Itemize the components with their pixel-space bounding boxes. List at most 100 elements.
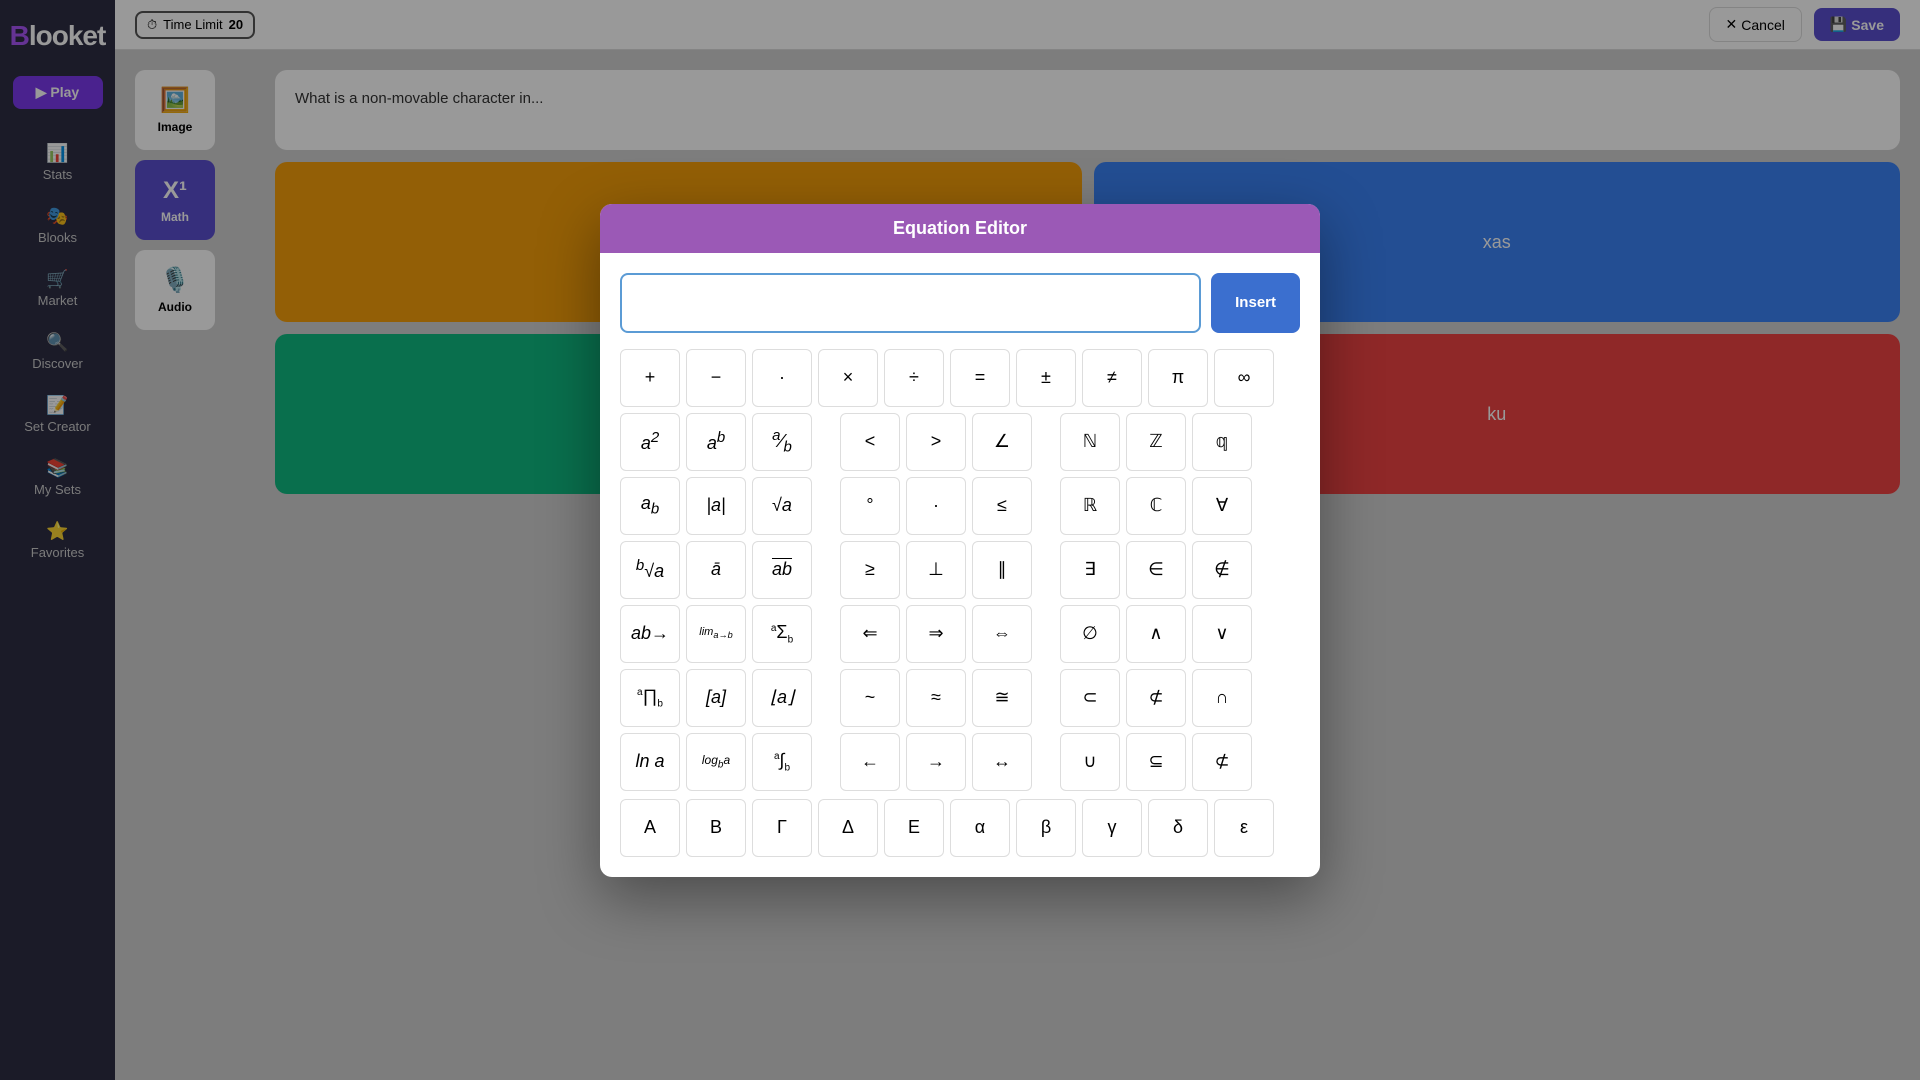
sym-plusminus[interactable]: ± (1016, 349, 1076, 407)
sym-ceil[interactable]: [a] (686, 669, 746, 727)
sym-subscript[interactable]: ab (620, 477, 680, 535)
sym-empty[interactable]: ∅ (1060, 605, 1120, 663)
sym-alpha-lower[interactable]: α (950, 799, 1010, 857)
sym-forall[interactable]: ∀ (1192, 477, 1252, 535)
sym-gt[interactable]: > (906, 413, 966, 471)
sym-exists[interactable]: ∃ (1060, 541, 1120, 599)
sym-lim[interactable]: lima→b (686, 605, 746, 663)
sym-geq[interactable]: ≥ (840, 541, 900, 599)
sym-gamma-lower[interactable]: γ (1082, 799, 1142, 857)
sym-subsetoreq[interactable]: ⊆ (1126, 733, 1186, 791)
sym-beta-upper[interactable]: Β (686, 799, 746, 857)
row2-container: a2 ab a⁄b ab |a| √a b√a ā ab (620, 413, 1300, 791)
sym-perp[interactable]: ⊥ (906, 541, 966, 599)
sym-ln[interactable]: ln a (620, 733, 680, 791)
sym-rarrow[interactable]: → (906, 733, 966, 791)
sym-a2[interactable]: a2 (620, 413, 680, 471)
tilde-row: ~ ≈ ≅ (840, 669, 1032, 727)
sym-abs[interactable]: |a| (686, 477, 746, 535)
sym-inf[interactable]: ∞ (1214, 349, 1274, 407)
sym-ab[interactable]: ab (686, 413, 746, 471)
subscript-row: ab |a| √a (620, 477, 812, 535)
eq-input-row: Insert (620, 273, 1300, 333)
sym-intersect[interactable]: ∩ (1192, 669, 1252, 727)
sym-and[interactable]: ∧ (1126, 605, 1186, 663)
sym-notsubset[interactable]: ⊄ (1126, 669, 1186, 727)
arrow-dir-row: ⇐ ⇒ ⇔ (840, 605, 1032, 663)
sym-angle[interactable]: ∠ (972, 413, 1032, 471)
sym-nthroot[interactable]: b√a (620, 541, 680, 599)
arrow-single-row: ← → ↔ (840, 733, 1032, 791)
sym-tilde[interactable]: ~ (840, 669, 900, 727)
sym-times[interactable]: × (818, 349, 878, 407)
sym-reals[interactable]: ℝ (1060, 477, 1120, 535)
sym-epsilon-upper[interactable]: Ε (884, 799, 944, 857)
sym-drarrow[interactable]: ⇒ (906, 605, 966, 663)
sym-dot[interactable]: · (752, 349, 812, 407)
sym-minus[interactable]: − (686, 349, 746, 407)
sym-larrow[interactable]: ← (840, 733, 900, 791)
sym-div[interactable]: ÷ (884, 349, 944, 407)
sym-union[interactable]: ∪ (1060, 733, 1120, 791)
sym-parallel[interactable]: ∥ (972, 541, 1032, 599)
sym-sum[interactable]: aΣb (752, 605, 812, 663)
logic-row2: ∅ ∧ ∨ (1060, 605, 1252, 663)
sym-beta-lower[interactable]: β (1016, 799, 1076, 857)
sym-in[interactable]: ∈ (1126, 541, 1186, 599)
sym-sqrt[interactable]: √a (752, 477, 812, 535)
sym-lrarrow[interactable]: ↔ (972, 733, 1032, 791)
sym-dlrarrow[interactable]: ⇔ (972, 605, 1032, 663)
sym-abvec[interactable]: ab→ (620, 605, 680, 663)
sym-plus[interactable]: + (620, 349, 680, 407)
modal-body: Insert + − · × ÷ = ± ≠ π ∞ a2 ab (600, 253, 1320, 877)
sym-dlarrow[interactable]: ⇐ (840, 605, 900, 663)
sym-gamma-upper[interactable]: Γ (752, 799, 812, 857)
sym-epsilon-lower[interactable]: ε (1214, 799, 1274, 857)
right-col: ℕ ℤ 𝕢 ℝ ℂ ∀ ∃ ∈ ∉ ∅ (1060, 413, 1252, 791)
basic-operators-row: + − · × ÷ = ± ≠ π ∞ (620, 349, 1300, 407)
number-sets-row1: ℕ ℤ 𝕢 (1060, 413, 1252, 471)
sym-cdot[interactable]: · (906, 477, 966, 535)
sym-frac[interactable]: a⁄b (752, 413, 812, 471)
sym-complex[interactable]: ℂ (1126, 477, 1186, 535)
sym-notsubsetoreq[interactable]: ⊄ (1192, 733, 1252, 791)
set-row2: ∪ ⊆ ⊄ (1060, 733, 1252, 791)
sym-notin[interactable]: ∉ (1192, 541, 1252, 599)
modal-backdrop: Equation Editor Insert + − · × ÷ = ± ≠ π… (0, 0, 1920, 1080)
sym-integers[interactable]: ℤ (1126, 413, 1186, 471)
sym-alpha-upper[interactable]: Α (620, 799, 680, 857)
sym-rationals[interactable]: 𝕢 (1192, 413, 1252, 471)
sym-or[interactable]: ∨ (1192, 605, 1252, 663)
prod-row: a∏b [a] ⌊a⌋ (620, 669, 812, 727)
sym-abbar[interactable]: ab (752, 541, 812, 599)
sym-int[interactable]: a∫b (752, 733, 812, 791)
sym-delta-lower[interactable]: δ (1148, 799, 1208, 857)
equation-editor-modal: Equation Editor Insert + − · × ÷ = ± ≠ π… (600, 204, 1320, 877)
log-row: ln a logba a∫b (620, 733, 812, 791)
sym-deg[interactable]: ° (840, 477, 900, 535)
middle-col: < > ∠ ° · ≤ ≥ ⊥ ∥ ⇐ (840, 413, 1032, 791)
modal-title: Equation Editor (893, 218, 1027, 238)
equation-input[interactable] (620, 273, 1201, 333)
sym-subset[interactable]: ⊂ (1060, 669, 1120, 727)
sym-naturals[interactable]: ℕ (1060, 413, 1120, 471)
column-divider (820, 413, 832, 791)
sym-floor[interactable]: ⌊a⌋ (752, 669, 812, 727)
arrow-row: ab→ lima→b aΣb (620, 605, 812, 663)
insert-button[interactable]: Insert (1211, 273, 1300, 333)
sym-delta-upper[interactable]: Δ (818, 799, 878, 857)
sym-cong[interactable]: ≅ (972, 669, 1032, 727)
sym-leq[interactable]: ≤ (972, 477, 1032, 535)
sym-eq[interactable]: = (950, 349, 1010, 407)
sym-pi[interactable]: π (1148, 349, 1208, 407)
sym-prod[interactable]: a∏b (620, 669, 680, 727)
sym-abar[interactable]: ā (686, 541, 746, 599)
sym-log[interactable]: logba (686, 733, 746, 791)
modal-header: Equation Editor (600, 204, 1320, 253)
sym-lt[interactable]: < (840, 413, 900, 471)
compare-row2: ° · ≤ (840, 477, 1032, 535)
sym-neq[interactable]: ≠ (1082, 349, 1142, 407)
power-row: a2 ab a⁄b (620, 413, 812, 471)
column-divider2 (1040, 413, 1052, 791)
sym-approx[interactable]: ≈ (906, 669, 966, 727)
